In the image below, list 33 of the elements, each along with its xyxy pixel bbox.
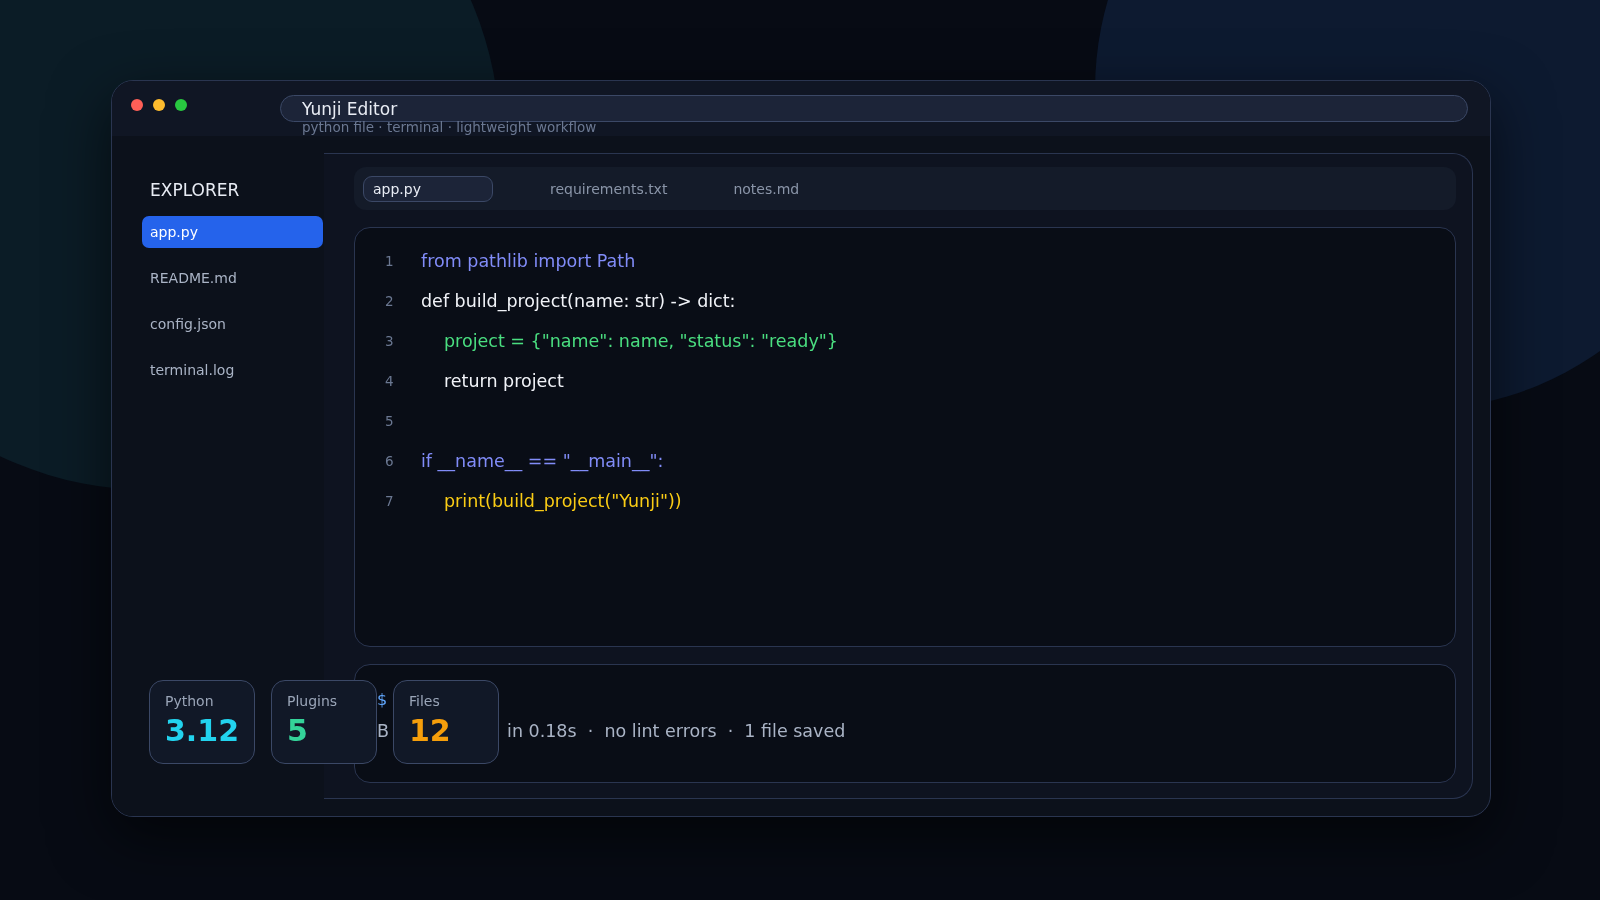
file-item[interactable]: app.py: [142, 216, 323, 248]
code-line: if __name__ == "__main__":: [421, 451, 664, 471]
line-number: 2: [385, 292, 395, 309]
code-line: def build_project(name: str) -> dict:: [421, 291, 736, 311]
line-number: 1: [385, 252, 395, 269]
line-number: 4: [385, 372, 395, 389]
terminal-output: B: [377, 721, 389, 741]
code-line: project = {"name": name, "status": "ready"}: [444, 331, 838, 351]
tab[interactable]: requirements.txt: [541, 176, 677, 201]
code-line: print(build_project("Yunji")): [444, 491, 682, 511]
file-item[interactable]: terminal.log: [142, 354, 323, 386]
stat-label: Plugins: [287, 693, 339, 709]
line-number: 7: [385, 492, 395, 509]
tab[interactable]: notes.md: [724, 176, 809, 201]
sidebar-heading: EXPLORER: [150, 180, 241, 200]
stat-value: 3.12: [165, 713, 239, 748]
window-title: Yunji Editor: [302, 98, 398, 119]
stat-label: Python: [165, 693, 215, 709]
stat-value: 12: [409, 713, 452, 748]
window-controls-icon[interactable]: [130, 98, 190, 112]
window-subtitle: python file · terminal · lightweight workflow: [301, 119, 598, 135]
stat-label: Files: [409, 693, 441, 709]
code-line: from pathlib import Path: [421, 251, 636, 271]
line-number: 3: [385, 332, 395, 349]
file-item[interactable]: README.md: [142, 262, 323, 294]
stat-value: 5: [287, 713, 309, 748]
tab[interactable]: app.py: [363, 175, 493, 202]
terminal-output: in 0.18s · no lint errors · 1 file saved: [507, 721, 846, 741]
terminal-prompt: $: [377, 689, 388, 709]
code-line: return project: [444, 371, 564, 391]
line-number: 6: [385, 452, 395, 469]
file-item[interactable]: config.json: [142, 308, 323, 340]
line-number: 5: [385, 412, 395, 429]
